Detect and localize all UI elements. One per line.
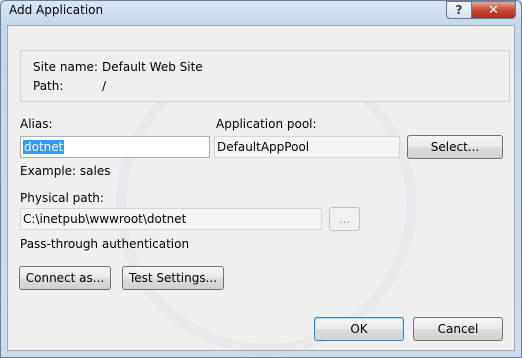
path-value: / xyxy=(102,79,107,93)
alias-example: Example: sales xyxy=(20,164,111,178)
alias-input-value: dotnet xyxy=(23,140,65,154)
dialog-body: Site name: Default Web Site Path: / Alia… xyxy=(7,25,515,354)
browse-button-label: ... xyxy=(338,212,351,226)
app-pool-value: DefaultAppPool xyxy=(217,140,310,154)
ok-label: OK xyxy=(350,322,368,336)
select-button-label: Select... xyxy=(430,140,480,154)
test-settings-button[interactable]: Test Settings... xyxy=(122,266,224,290)
path-label: Path: xyxy=(33,79,64,93)
connect-as-label: Connect as... xyxy=(25,271,105,285)
title-bar[interactable]: Add Application ? ✕ xyxy=(1,1,521,23)
app-pool-field: DefaultAppPool xyxy=(214,136,400,158)
physical-path-input[interactable]: C:\inetpub\wwwroot\dotnet xyxy=(20,208,322,230)
ok-button[interactable]: OK xyxy=(314,317,404,341)
select-app-pool-button[interactable]: Select... xyxy=(407,135,503,159)
close-button[interactable]: ✕ xyxy=(471,1,516,19)
connect-as-button[interactable]: Connect as... xyxy=(19,266,111,290)
alias-input[interactable]: dotnet xyxy=(20,136,210,158)
physical-path-value: C:\inetpub\wwwroot\dotnet xyxy=(23,212,187,226)
help-button[interactable]: ? xyxy=(446,1,472,19)
alias-label: Alias: xyxy=(20,117,53,131)
cancel-button[interactable]: Cancel xyxy=(413,317,503,341)
app-pool-label: Application pool: xyxy=(216,117,317,131)
cancel-label: Cancel xyxy=(437,322,479,336)
dialog-title: Add Application xyxy=(9,3,104,17)
site-info-group: Site name: Default Web Site Path: / xyxy=(20,50,510,102)
site-name-label: Site name: xyxy=(33,60,98,74)
help-icon: ? xyxy=(455,3,463,17)
site-name-value: Default Web Site xyxy=(102,60,203,74)
physical-path-label: Physical path: xyxy=(20,191,104,205)
add-application-dialog: Add Application ? ✕ Site name: Default W… xyxy=(0,0,522,358)
auth-label: Pass-through authentication xyxy=(20,237,190,251)
close-icon: ✕ xyxy=(488,2,499,18)
browse-path-button[interactable]: ... xyxy=(329,207,360,231)
test-settings-label: Test Settings... xyxy=(128,271,218,285)
